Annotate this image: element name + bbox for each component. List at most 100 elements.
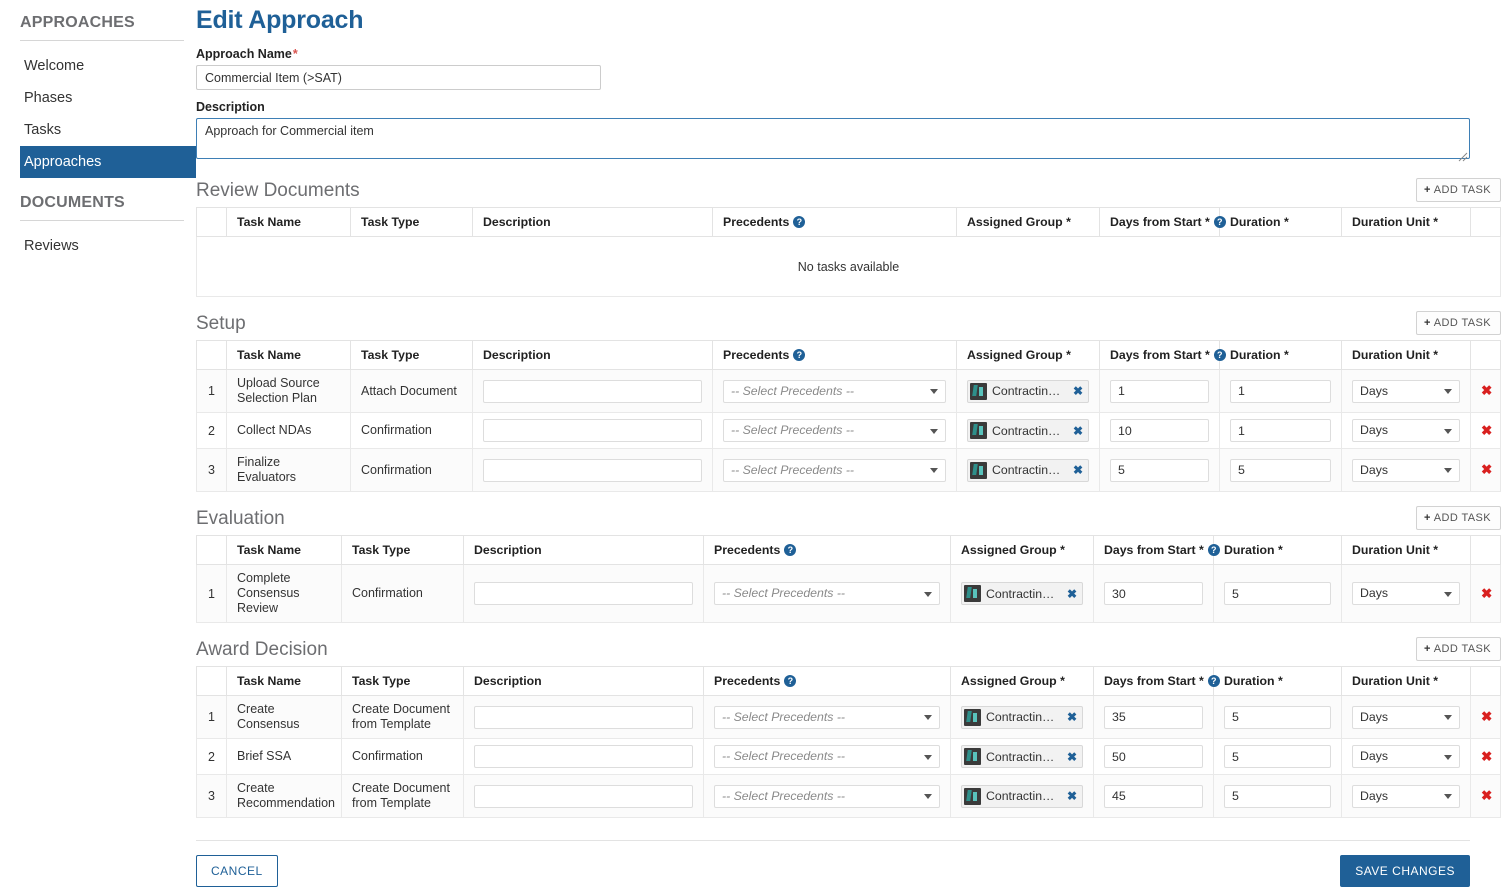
- table-row: 1 Upload Source Selection Plan Attach Do…: [196, 369, 1501, 413]
- duration-unit-select[interactable]: Days: [1352, 419, 1460, 442]
- delete-row-icon[interactable]: ✖: [1481, 586, 1492, 601]
- duration-unit-select[interactable]: Days: [1352, 745, 1460, 768]
- duration-input[interactable]: [1230, 419, 1331, 442]
- days-from-start-input[interactable]: [1104, 784, 1203, 808]
- remove-group-icon[interactable]: ✖: [1067, 790, 1077, 802]
- precedents-select[interactable]: -- Select Precedents --: [723, 458, 946, 482]
- sidebar-item-approaches[interactable]: Approaches: [20, 146, 196, 178]
- assigned-group-chip[interactable]: Contracting Officer ✖: [961, 582, 1083, 605]
- duration-input[interactable]: [1230, 458, 1331, 482]
- description-input[interactable]: [483, 458, 702, 482]
- assigned-group-chip[interactable]: Contracting Officer ✖: [961, 745, 1083, 768]
- delete-row-icon[interactable]: ✖: [1481, 710, 1492, 724]
- row-task-type: Create Document from Template: [341, 695, 464, 739]
- section-title-award-decision: Award Decision: [196, 639, 328, 660]
- remove-group-icon[interactable]: ✖: [1067, 588, 1077, 600]
- delete-row-icon[interactable]: ✖: [1481, 789, 1492, 803]
- duration-input[interactable]: [1224, 745, 1331, 768]
- precedents-select[interactable]: -- Select Precedents --: [714, 705, 940, 729]
- remove-group-icon[interactable]: ✖: [1073, 385, 1083, 397]
- remove-group-icon[interactable]: ✖: [1067, 711, 1077, 723]
- duration-unit-select[interactable]: Days: [1352, 582, 1460, 605]
- row-task-type: Attach Document: [350, 369, 473, 413]
- help-icon-days-from-start[interactable]: ?: [1213, 216, 1226, 228]
- days-from-start-input[interactable]: [1110, 458, 1209, 482]
- table-row: 3 Create Recommendation Create Document …: [196, 774, 1501, 818]
- assigned-group-chip[interactable]: Contracting Officer ✖: [967, 419, 1089, 442]
- section-header-award-decision: Award Decision + ADD TASK: [196, 637, 1501, 661]
- sidebar-item-phases[interactable]: Phases: [0, 82, 196, 114]
- description-input[interactable]: [474, 582, 693, 605]
- col-precedents-text: Precedents: [714, 674, 781, 688]
- col-index: [196, 207, 227, 237]
- days-from-start-input[interactable]: [1104, 582, 1203, 605]
- description-input[interactable]: [483, 379, 702, 403]
- duration-unit-value: Days: [1360, 423, 1389, 437]
- assigned-group-label: Contracting Officer: [986, 710, 1061, 724]
- delete-row-icon[interactable]: ✖: [1481, 423, 1492, 438]
- duration-unit-select[interactable]: Days: [1352, 784, 1460, 808]
- row-duration-unit-cell: Days: [1341, 369, 1471, 413]
- approach-name-input[interactable]: [196, 65, 601, 90]
- add-task-button-review-documents[interactable]: + ADD TASK: [1415, 178, 1501, 202]
- description-input[interactable]: [483, 419, 702, 442]
- sidebar-item-welcome[interactable]: Welcome: [0, 50, 196, 82]
- assigned-group-chip[interactable]: Contracting Officer ✖: [961, 705, 1083, 729]
- delete-row-icon[interactable]: ✖: [1481, 384, 1492, 398]
- days-from-start-input[interactable]: [1110, 379, 1209, 403]
- duration-input[interactable]: [1224, 784, 1331, 808]
- remove-group-icon[interactable]: ✖: [1067, 751, 1077, 763]
- col-precedents-text: Precedents: [714, 543, 781, 557]
- add-task-button-setup[interactable]: + ADD TASK: [1415, 311, 1501, 335]
- assigned-group-chip[interactable]: Contracting Officer ✖: [967, 458, 1089, 482]
- precedents-select[interactable]: -- Select Precedents --: [723, 379, 946, 403]
- precedents-select[interactable]: -- Select Precedents --: [714, 745, 940, 768]
- delete-row-icon[interactable]: ✖: [1481, 463, 1492, 477]
- help-icon-days-from-start[interactable]: ?: [1213, 349, 1226, 361]
- days-from-start-input[interactable]: [1110, 419, 1209, 442]
- remove-group-icon[interactable]: ✖: [1073, 464, 1083, 476]
- description-textarea[interactable]: Approach for Commercial item: [196, 118, 1470, 159]
- add-task-button-award-decision[interactable]: + ADD TASK: [1415, 637, 1501, 661]
- no-tasks-message: No tasks available: [196, 236, 1501, 297]
- duration-unit-select[interactable]: Days: [1352, 458, 1460, 482]
- precedents-select-value: -- Select Precedents --: [731, 423, 855, 437]
- row-precedents-cell: -- Select Precedents --: [712, 369, 957, 413]
- add-task-button-evaluation[interactable]: + ADD TASK: [1415, 506, 1501, 530]
- duration-input[interactable]: [1224, 582, 1331, 605]
- precedents-select[interactable]: -- Select Precedents --: [714, 582, 940, 605]
- help-icon-precedents[interactable]: ?: [793, 349, 806, 361]
- description-input[interactable]: [474, 705, 693, 729]
- col-precedents: Precedents?: [703, 666, 951, 696]
- duration-input[interactable]: [1224, 705, 1331, 729]
- col-task-type: Task Type: [341, 666, 464, 696]
- row-assigned-group-cell: Contracting Officer ✖: [956, 369, 1100, 413]
- save-changes-button[interactable]: SAVE CHANGES: [1340, 855, 1470, 887]
- avatar: [964, 748, 981, 765]
- assigned-group-chip[interactable]: Contracting Officer ✖: [967, 379, 1089, 403]
- days-from-start-input[interactable]: [1104, 745, 1203, 768]
- help-icon-days-from-start[interactable]: ?: [1207, 675, 1220, 687]
- duration-unit-select[interactable]: Days: [1352, 705, 1460, 729]
- sidebar-item-tasks[interactable]: Tasks: [0, 114, 196, 146]
- delete-row-icon[interactable]: ✖: [1481, 749, 1492, 764]
- help-icon-precedents[interactable]: ?: [793, 216, 806, 228]
- precedents-select[interactable]: -- Select Precedents --: [714, 784, 940, 808]
- precedents-select[interactable]: -- Select Precedents --: [723, 419, 946, 442]
- days-from-start-input[interactable]: [1104, 705, 1203, 729]
- description-input[interactable]: [474, 745, 693, 768]
- duration-unit-value: Days: [1360, 586, 1389, 600]
- help-icon-precedents[interactable]: ?: [784, 675, 797, 687]
- assigned-group-label: Contracting Officer: [986, 789, 1061, 803]
- help-icon-days-from-start[interactable]: ?: [1207, 544, 1220, 556]
- help-icon-precedents[interactable]: ?: [784, 544, 797, 556]
- description-input[interactable]: [474, 784, 693, 808]
- chevron-down-icon: [1444, 794, 1452, 799]
- remove-group-icon[interactable]: ✖: [1073, 425, 1083, 437]
- cancel-button[interactable]: CANCEL: [196, 855, 278, 887]
- sidebar-item-reviews[interactable]: Reviews: [0, 230, 196, 262]
- chevron-down-icon: [924, 794, 932, 799]
- assigned-group-chip[interactable]: Contracting Officer ✖: [961, 784, 1083, 808]
- duration-unit-select[interactable]: Days: [1352, 379, 1460, 403]
- duration-input[interactable]: [1230, 379, 1331, 403]
